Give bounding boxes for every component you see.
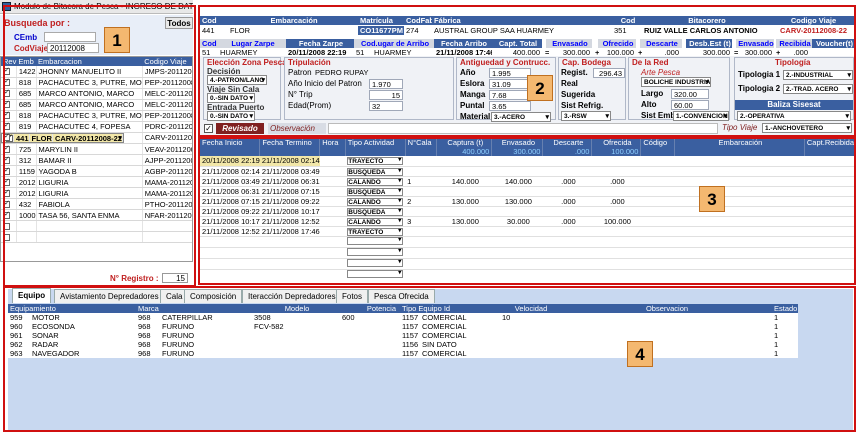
marker-4: 4 — [627, 341, 653, 367]
marker-1: 1 — [104, 27, 130, 53]
marker-3: 3 — [699, 186, 725, 212]
highlight-frame-4 — [3, 286, 856, 432]
highlight-frame-2 — [198, 5, 856, 137]
highlight-frame-1 — [3, 5, 196, 287]
highlight-frame-3 — [198, 137, 856, 285]
marker-2: 2 — [527, 75, 553, 101]
